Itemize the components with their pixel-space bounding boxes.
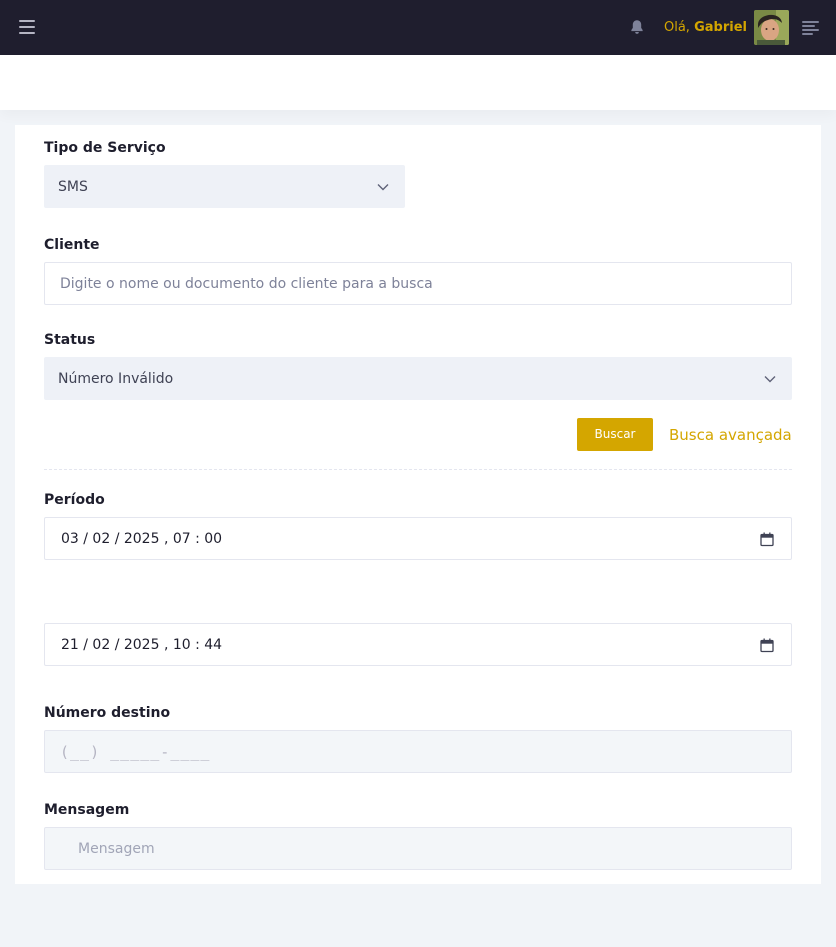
calendar-icon[interactable] bbox=[760, 532, 774, 547]
chevron-down-icon bbox=[764, 375, 776, 382]
top-navbar: Olá, Gabriel bbox=[0, 0, 836, 55]
message-placeholder: Mensagem bbox=[78, 840, 155, 857]
destination-number-input[interactable]: (__) _____-____ bbox=[44, 730, 792, 773]
service-type-select[interactable]: SMS bbox=[44, 165, 405, 208]
subheader-bar bbox=[0, 55, 836, 110]
status-select[interactable]: Número Inválido bbox=[44, 357, 792, 400]
service-type-value: SMS bbox=[58, 178, 88, 195]
advanced-search-link[interactable]: Busca avançada bbox=[669, 425, 792, 445]
message-label: Mensagem bbox=[44, 802, 130, 818]
period-start-datetime-input[interactable]: 03 / 02 / 2025 , 07 : 00 bbox=[44, 517, 792, 560]
avatar[interactable] bbox=[754, 10, 789, 45]
bell-icon[interactable] bbox=[628, 18, 646, 36]
client-search-input[interactable]: Digite o nome ou documento do cliente pa… bbox=[44, 262, 792, 305]
status-value: Número Inválido bbox=[58, 370, 174, 387]
chevron-down-icon bbox=[377, 183, 389, 190]
status-label: Status bbox=[44, 332, 96, 348]
period-label: Período bbox=[44, 492, 105, 508]
message-input[interactable]: Mensagem bbox=[44, 827, 792, 870]
user-name: Gabriel bbox=[694, 20, 747, 35]
period-end-datetime-input[interactable]: 21 / 02 / 2025 , 10 : 44 bbox=[44, 623, 792, 666]
greeting-prefix: Olá, bbox=[664, 20, 690, 35]
service-type-label: Tipo de Serviço bbox=[44, 140, 166, 156]
section-divider bbox=[44, 469, 792, 470]
period-end-value: 21 / 02 / 2025 , 10 : 44 bbox=[61, 636, 223, 653]
destination-number-label: Número destino bbox=[44, 705, 171, 721]
calendar-icon[interactable] bbox=[760, 638, 774, 653]
client-search-placeholder: Digite o nome ou documento do cliente pa… bbox=[60, 275, 433, 292]
destination-number-placeholder: (__) _____-____ bbox=[60, 742, 211, 761]
user-greeting[interactable]: Olá, Gabriel bbox=[664, 19, 747, 36]
client-label: Cliente bbox=[44, 237, 100, 253]
period-start-value: 03 / 02 / 2025 , 07 : 00 bbox=[61, 530, 223, 547]
align-right-icon[interactable] bbox=[802, 21, 819, 35]
search-button[interactable]: Buscar bbox=[577, 418, 653, 451]
hamburger-icon[interactable] bbox=[19, 20, 35, 34]
